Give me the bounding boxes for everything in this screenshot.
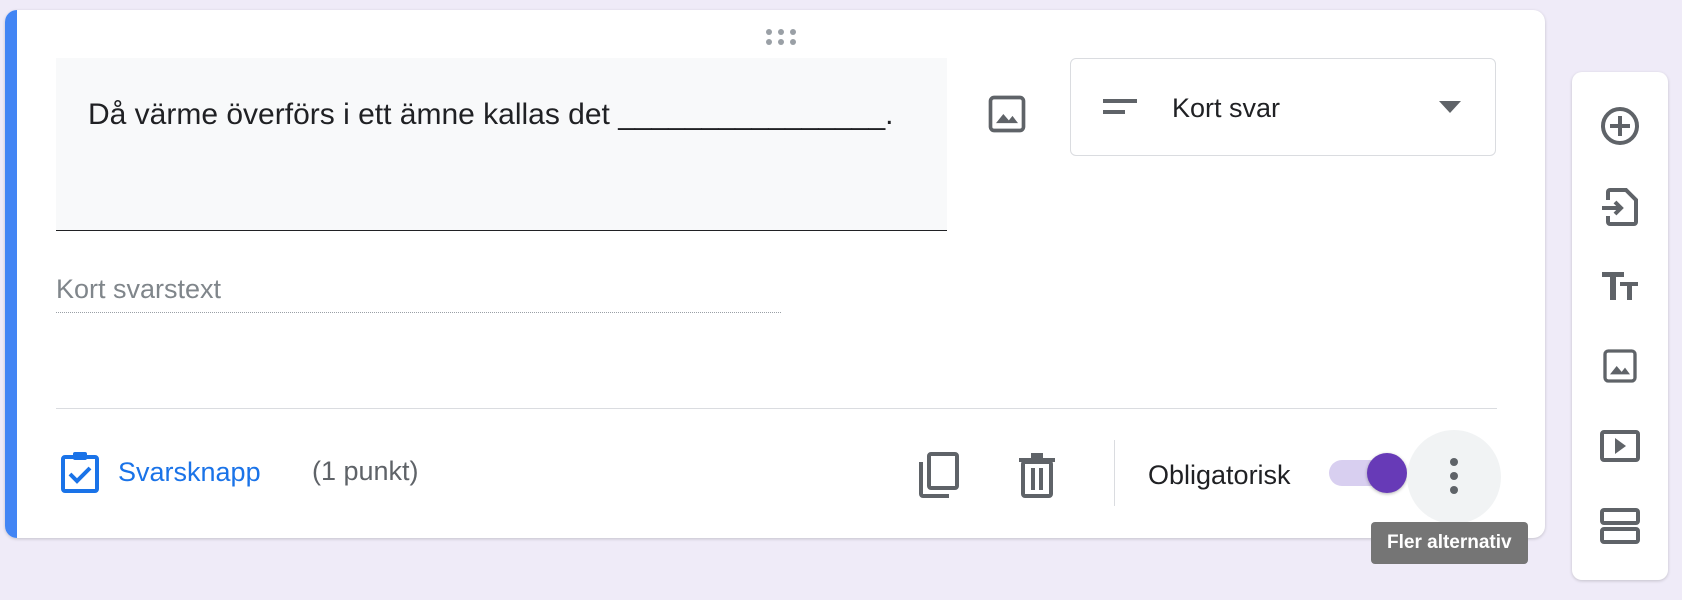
image-icon bbox=[1603, 349, 1637, 383]
add-image-icon[interactable] bbox=[985, 92, 1029, 136]
toggle-thumb bbox=[1367, 453, 1407, 493]
arrow-drop-down-icon bbox=[1439, 101, 1461, 113]
question-type-label: Kort svar bbox=[1172, 93, 1281, 123]
question-title-input[interactable]: Då värme överförs i ett ämne kallas det … bbox=[56, 58, 947, 231]
required-label: Obligatorisk bbox=[1148, 460, 1291, 490]
answer-key-button[interactable]: Svarsknapp bbox=[60, 448, 261, 496]
side-toolbar bbox=[1572, 72, 1668, 580]
drag-handle-icon[interactable] bbox=[760, 24, 804, 48]
more-options-tooltip: Fler alternativ bbox=[1371, 522, 1528, 564]
video-icon bbox=[1600, 430, 1640, 462]
footer-divider bbox=[56, 408, 1497, 409]
answer-key-label: Svarsknapp bbox=[118, 456, 261, 487]
question-card[interactable]: Då värme överförs i ett ämne kallas det … bbox=[5, 10, 1545, 538]
question-type-dropdown[interactable]: Kort svar bbox=[1070, 58, 1496, 156]
copy-icon bbox=[919, 452, 959, 498]
add-image-button[interactable] bbox=[1592, 338, 1648, 394]
question-title-text: Då värme överförs i ett ämne kallas det … bbox=[88, 98, 894, 131]
short-answer-field: Kort svarstext bbox=[56, 266, 781, 313]
section-icon bbox=[1600, 508, 1640, 544]
add-circle-icon bbox=[1601, 107, 1639, 145]
delete-button[interactable] bbox=[1013, 450, 1061, 500]
add-section-button[interactable] bbox=[1592, 498, 1648, 554]
add-question-button[interactable] bbox=[1592, 98, 1648, 154]
short-answer-placeholder: Kort svarstext bbox=[56, 274, 222, 304]
import-questions-button[interactable] bbox=[1592, 178, 1648, 234]
duplicate-button[interactable] bbox=[915, 450, 963, 500]
points-label: (1 punkt) bbox=[312, 456, 419, 486]
assignment-check-icon bbox=[61, 452, 99, 493]
active-card-indicator bbox=[5, 10, 17, 538]
footer-vertical-divider bbox=[1114, 440, 1115, 506]
more-options-button[interactable] bbox=[1407, 430, 1501, 524]
trash-icon bbox=[1019, 453, 1055, 498]
required-toggle[interactable] bbox=[1327, 450, 1407, 494]
more-vert-icon bbox=[1450, 458, 1458, 494]
short-text-icon bbox=[1103, 99, 1137, 114]
add-video-button[interactable] bbox=[1592, 418, 1648, 474]
add-title-button[interactable] bbox=[1592, 258, 1648, 314]
import-icon bbox=[1602, 188, 1638, 226]
title-icon bbox=[1602, 272, 1638, 300]
